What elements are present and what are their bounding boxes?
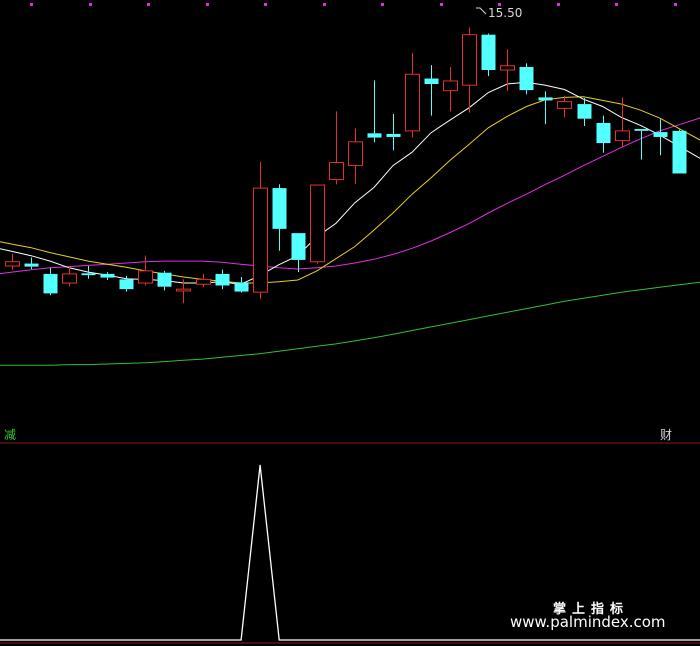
- top-dot: [264, 3, 267, 6]
- top-dot: [674, 3, 677, 6]
- candle: [443, 66, 458, 112]
- top-dot: [615, 3, 618, 6]
- indicator-right-tag: 财: [660, 428, 673, 442]
- candle-body-down: [119, 279, 134, 290]
- candle: [596, 115, 611, 153]
- candle: [577, 98, 592, 126]
- candle-body-down: [24, 263, 39, 267]
- candle-body-down: [672, 130, 687, 174]
- candle: [196, 273, 211, 288]
- candle-body-down: [43, 273, 58, 294]
- ma60-layer: [0, 281, 700, 366]
- candle-body-down: [577, 104, 592, 119]
- candle-body-down: [100, 273, 115, 278]
- candle: [500, 49, 515, 92]
- candle: [615, 97, 630, 148]
- candle: [481, 33, 496, 77]
- candle: [272, 184, 287, 251]
- candle: [367, 80, 382, 143]
- candle: [405, 52, 420, 138]
- top-dot: [30, 3, 33, 6]
- candle-body-up: [62, 273, 77, 284]
- candle: [519, 63, 534, 95]
- candle: [291, 233, 306, 273]
- top-dot: [323, 3, 326, 6]
- candle: [424, 65, 439, 116]
- candle-body-up: [557, 101, 572, 109]
- top-dot: [381, 3, 384, 6]
- candle-body-up: [443, 80, 458, 92]
- stock-chart-window: 15.50 减 财 掌上指标 www.palmindex.com: [0, 0, 700, 646]
- candle: [24, 257, 39, 270]
- candle-body-up: [615, 130, 630, 142]
- candle: [462, 27, 477, 113]
- candle-body-down: [215, 273, 230, 286]
- candle: [215, 269, 230, 290]
- candle: [81, 266, 96, 279]
- candle-body-down: [424, 78, 439, 84]
- candle-body-down: [634, 129, 649, 131]
- candle-body-down: [234, 282, 249, 292]
- candle: [386, 113, 401, 151]
- candle: [138, 255, 153, 286]
- ma10-line: [0, 96, 700, 284]
- candle-body-up: [5, 261, 20, 267]
- top-dot: [440, 3, 443, 6]
- candle: [100, 272, 115, 280]
- candle: [310, 184, 325, 264]
- candle-body-up: [405, 73, 420, 132]
- ma10-layer: [0, 96, 700, 284]
- candle-body-down: [386, 133, 401, 137]
- candle-body-up: [329, 162, 344, 181]
- candle-body-up: [196, 278, 211, 285]
- top-dot: [206, 3, 209, 6]
- max-price-pointer: [476, 7, 487, 15]
- ma60-line: [0, 281, 700, 366]
- max-price-label: 15.50: [488, 6, 523, 20]
- candle-body-up: [500, 65, 515, 71]
- candle-body-down: [272, 188, 287, 229]
- candle-body-up: [462, 34, 477, 86]
- candle-body-down: [596, 122, 611, 144]
- indicator-left-tag: 减: [4, 428, 17, 442]
- candle-body-down: [291, 233, 306, 260]
- candle: [672, 129, 687, 174]
- candle-body-down: [653, 132, 668, 137]
- candle: [634, 129, 649, 160]
- candle-body-up: [348, 141, 363, 167]
- top-marker-dots: [30, 3, 677, 6]
- ma5-line: [0, 81, 700, 285]
- top-dot: [557, 3, 560, 6]
- candle-body-up: [253, 187, 268, 293]
- candle: [348, 128, 363, 184]
- watermark-url: www.palmindex.com: [510, 613, 666, 631]
- candle: [329, 111, 344, 185]
- candle: [653, 119, 668, 156]
- candle-body-down: [538, 97, 553, 101]
- candle: [5, 253, 20, 270]
- candle-body-up: [310, 184, 325, 263]
- candle-body-down: [519, 66, 534, 91]
- candle-body-down: [481, 34, 496, 70]
- ma5-layer: [0, 81, 700, 285]
- candle-body-down: [81, 273, 96, 276]
- top-dot: [89, 3, 92, 6]
- candle-body-down: [157, 272, 172, 287]
- top-dot: [147, 3, 150, 6]
- candle: [157, 270, 172, 291]
- candle-body-down: [367, 133, 382, 138]
- candle-body-up: [138, 270, 153, 284]
- candle-body-up: [176, 288, 191, 292]
- candle: [234, 276, 249, 293]
- candle: [253, 161, 268, 299]
- candle: [538, 91, 553, 125]
- candle: [43, 267, 58, 296]
- candle: [557, 95, 572, 118]
- chart-canvas[interactable]: [0, 0, 700, 646]
